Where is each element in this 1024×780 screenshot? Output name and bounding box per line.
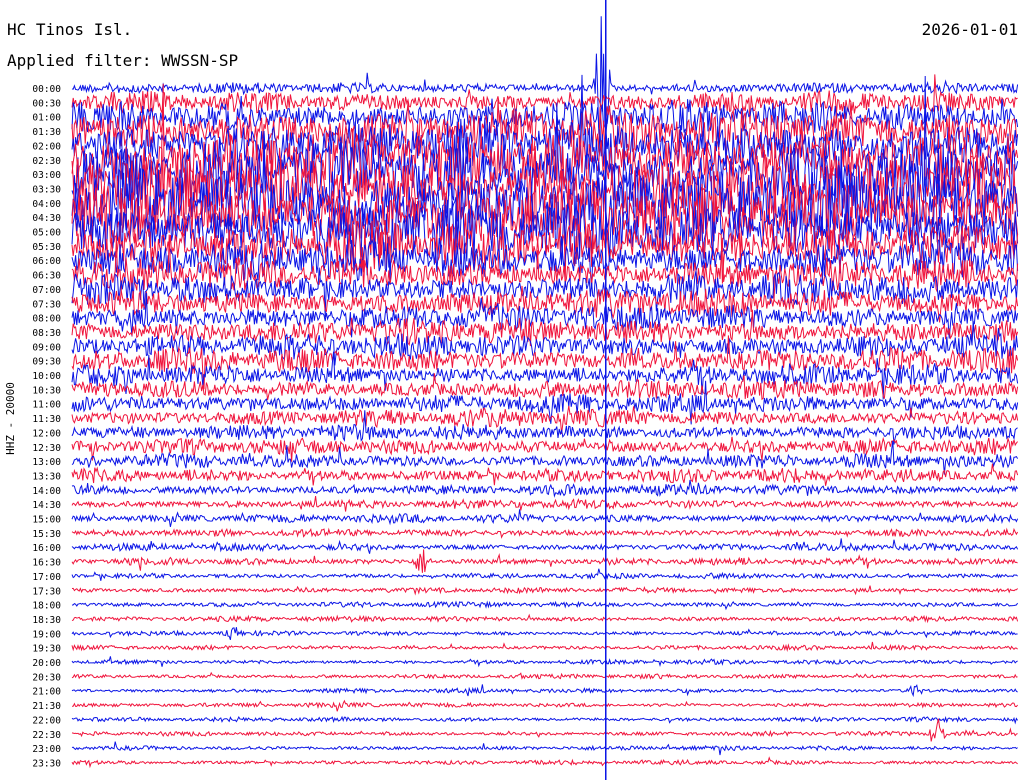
trace-row	[71, 253, 1019, 318]
trace-row	[71, 479, 1019, 498]
trace-row	[71, 410, 1018, 445]
row-time-label: 08:30	[32, 328, 61, 339]
row-time-label: 19:00	[32, 629, 61, 640]
trace-row	[71, 335, 1019, 390]
row-time-label: 22:00	[32, 715, 61, 726]
trace-row	[71, 671, 1018, 680]
trace-row	[71, 463, 1019, 486]
row-time-label: 16:00	[32, 543, 61, 554]
trace-row	[72, 699, 1018, 712]
row-time-label: 01:30	[32, 127, 61, 138]
time-row-labels: 00:00 00:30 01:00 01:30 02:00 02:30 03:00 03:30…	[32, 84, 61, 769]
trace-row	[71, 627, 1018, 640]
trace-row	[71, 613, 1019, 624]
row-time-label: 11:30	[32, 414, 61, 425]
row-time-label: 02:00	[32, 141, 61, 152]
row-time-label: 23:30	[32, 758, 61, 769]
row-time-label: 18:00	[32, 601, 61, 612]
trace-row	[71, 585, 1018, 596]
row-time-label: 19:30	[32, 644, 61, 655]
row-time-label: 20:00	[32, 658, 61, 669]
channel-axis-label: HHZ - 20000	[3, 382, 17, 455]
trace-row	[71, 756, 1018, 769]
row-time-label: 14:00	[32, 486, 61, 497]
row-time-label: 05:00	[32, 228, 61, 239]
row-time-label: 15:30	[32, 529, 61, 540]
trace-row	[71, 527, 1019, 539]
trace-row	[71, 568, 1018, 581]
helicorder-plot: 00:00 00:30 01:00 01:30 02:00 02:30 03:00 03:30…	[32, 0, 1019, 780]
row-time-label: 10:00	[32, 371, 61, 382]
row-time-label: 14:30	[32, 500, 61, 511]
trace-row	[71, 741, 1018, 756]
row-time-label: 12:30	[32, 443, 61, 454]
row-time-label: 03:00	[32, 170, 61, 181]
trace-row	[71, 641, 1018, 652]
row-time-label: 13:00	[32, 457, 61, 468]
row-time-label: 08:00	[32, 314, 61, 325]
row-time-label: 11:00	[32, 400, 61, 411]
trace-row	[71, 715, 1019, 725]
row-time-label: 21:00	[32, 687, 61, 698]
row-time-label: 04:30	[32, 213, 61, 224]
row-time-label: 22:30	[32, 730, 61, 741]
trace-row	[71, 549, 1018, 573]
row-time-label: 04:00	[32, 199, 61, 210]
trace-row	[71, 496, 1019, 512]
station-name: HC Tinos Isl.	[7, 20, 133, 39]
row-time-label: 02:30	[32, 156, 61, 167]
row-time-label: 00:00	[32, 84, 61, 95]
applied-filter-label: Applied filter: WWSSN-SP	[7, 51, 239, 70]
row-time-label: 07:30	[32, 299, 61, 310]
row-time-label: 03:30	[32, 184, 61, 195]
trace-row	[71, 538, 1019, 554]
seismic-traces	[71, 0, 1019, 780]
row-time-label: 21:30	[32, 701, 61, 712]
trace-row	[71, 600, 1019, 611]
row-time-label: 05:30	[32, 242, 61, 253]
row-time-label: 18:30	[32, 615, 61, 626]
row-time-label: 07:00	[32, 285, 61, 296]
row-time-label: 00:30	[32, 98, 61, 109]
row-time-label: 13:30	[32, 471, 61, 482]
row-time-label: 15:00	[32, 515, 61, 526]
trace-row	[71, 684, 1018, 698]
trace-row	[71, 656, 1018, 668]
row-time-label: 01:00	[32, 113, 61, 124]
row-time-label: 17:30	[32, 586, 61, 597]
record-date: 2026-01-01	[921, 20, 1018, 39]
row-time-label: 20:30	[32, 672, 61, 683]
trace-row	[71, 509, 1019, 528]
row-time-label: 23:00	[32, 744, 61, 755]
trace-row	[71, 74, 1018, 124]
row-time-label: 09:00	[32, 342, 61, 353]
row-time-label: 06:00	[32, 256, 61, 267]
row-time-label: 06:30	[32, 271, 61, 282]
row-time-label: 17:00	[32, 572, 61, 583]
row-time-label: 16:30	[32, 558, 61, 569]
row-time-label: 12:00	[32, 428, 61, 439]
row-time-label: 09:30	[32, 357, 61, 368]
row-time-label: 10:30	[32, 385, 61, 396]
